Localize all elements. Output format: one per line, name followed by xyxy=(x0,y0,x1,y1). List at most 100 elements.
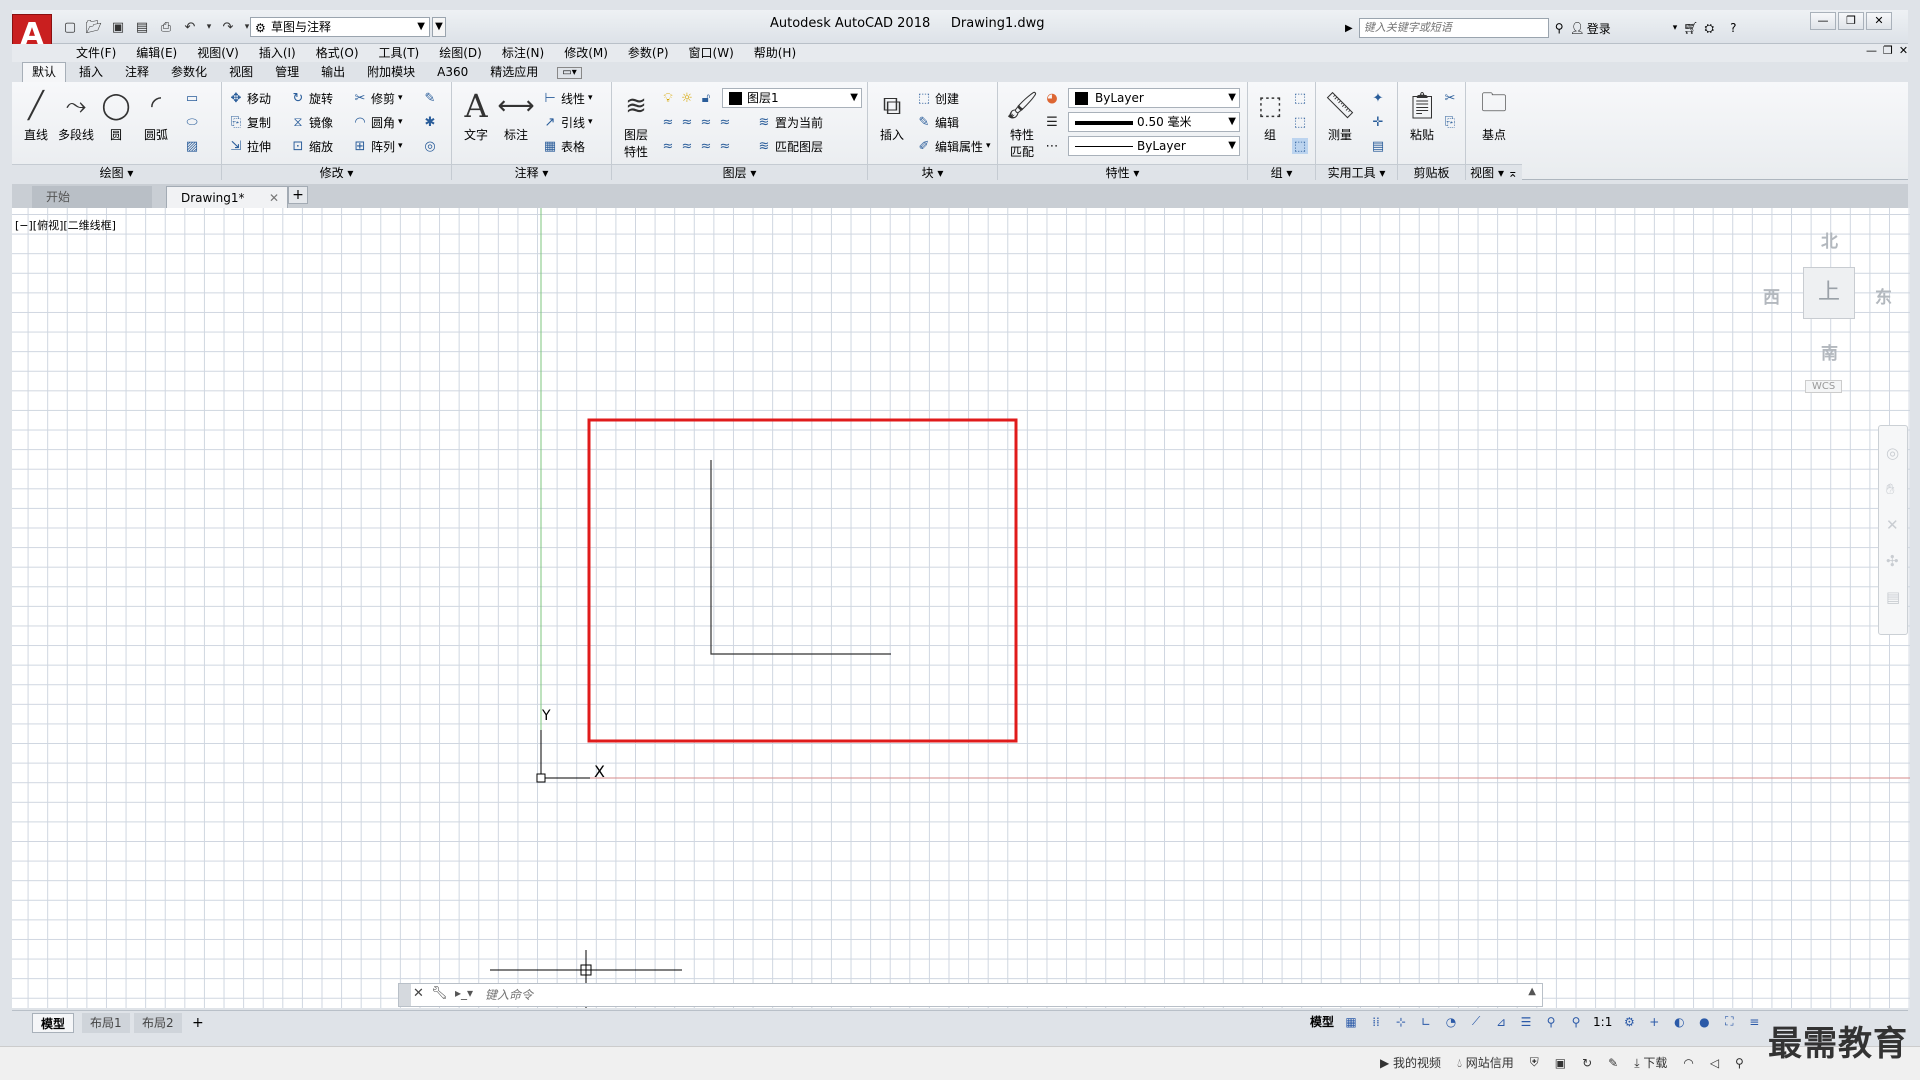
ribbon-minimize-toggle[interactable]: ▭▾ xyxy=(557,67,582,79)
tab-parametric[interactable]: 参数化 xyxy=(162,63,216,82)
panel-draw-title[interactable]: 绘图 ▾ xyxy=(12,164,221,180)
annotation-visibility-icon[interactable]: ⚲ xyxy=(1543,1014,1559,1030)
tab-default[interactable]: 默认 xyxy=(22,62,67,82)
menu-view[interactable]: 视图(V) xyxy=(187,44,249,62)
image-icon[interactable]: ▣ xyxy=(1555,1056,1566,1070)
settings-gear-icon[interactable]: ⚙ xyxy=(1621,1014,1637,1030)
move-tool[interactable]: ✥ 移动 xyxy=(228,88,271,108)
group-select-tool[interactable]: ⬚ xyxy=(1292,136,1308,156)
chevron-up-icon[interactable]: ▲ xyxy=(1528,986,1536,997)
paste-tool[interactable]: 📋︎ 粘贴 xyxy=(1402,88,1442,143)
polar-icon[interactable]: ◔ xyxy=(1443,1014,1459,1030)
menu-parametric[interactable]: 参数(P) xyxy=(618,44,679,62)
open-file-icon[interactable]: 📂︎ xyxy=(84,17,104,37)
viewcube-west[interactable]: 西 xyxy=(1763,283,1780,308)
calculator-tool[interactable]: ▤ xyxy=(1370,136,1386,156)
leader-tool[interactable]: ↗ 引线 ▾ xyxy=(542,112,593,132)
wrench-icon[interactable]: 🔧︎ xyxy=(431,986,448,1001)
tab-view[interactable]: 视图 xyxy=(220,63,262,82)
text-tool[interactable]: A 文字 xyxy=(456,87,496,143)
snap-icon[interactable]: ⁞⁞ xyxy=(1368,1014,1384,1030)
login-button[interactable]: 👤︎ 登录 ▾ xyxy=(1570,20,1678,37)
panel-modify-title[interactable]: 修改 ▾ xyxy=(222,164,451,180)
menu-dimension[interactable]: 标注(N) xyxy=(492,44,554,62)
color-wheel-icon[interactable]: ◕ xyxy=(1044,88,1060,108)
ungroup-tool[interactable]: ⬚ xyxy=(1292,88,1308,108)
menu-tools[interactable]: 工具(T) xyxy=(369,44,430,62)
lineweight-select[interactable]: 0.50 毫米 ▼ xyxy=(1068,112,1240,132)
panel-utilities-title[interactable]: 实用工具 ▾ xyxy=(1316,164,1397,180)
linetype-select[interactable]: ByLayer ▼ xyxy=(1068,136,1240,156)
redo-icon[interactable]: ↷ xyxy=(218,17,238,37)
restore-button[interactable]: ❐ xyxy=(1838,12,1864,30)
tab-layout1[interactable]: 布局1 xyxy=(82,1013,130,1033)
expand-search-icon[interactable]: ▶ xyxy=(1345,23,1353,34)
wcs-menu[interactable]: WCS xyxy=(1805,380,1843,393)
ellipse-tool[interactable]: ⬭ xyxy=(184,112,200,132)
menu-window[interactable]: 窗口(W) xyxy=(679,44,744,62)
auto-scale-icon[interactable]: ⚲ xyxy=(1568,1014,1584,1030)
polyline-tool[interactable]: ⤳ 多段线 xyxy=(56,88,96,143)
erase-tool[interactable]: ✎ xyxy=(422,88,438,108)
copy-tool[interactable]: ⎘ 复制 xyxy=(228,112,271,132)
id-point-tool[interactable]: ✛ xyxy=(1370,112,1386,132)
hardware-accel-icon[interactable]: ◐ xyxy=(1671,1014,1687,1030)
isolate-objects-icon[interactable]: ● xyxy=(1696,1014,1712,1030)
model-space-button[interactable]: 模型 xyxy=(1310,1013,1334,1030)
menu-draw[interactable]: 绘图(D) xyxy=(429,44,492,62)
pan-icon[interactable]: ✋︎ xyxy=(1886,480,1895,498)
volume-icon[interactable]: ◁ xyxy=(1710,1056,1719,1070)
refresh-icon[interactable]: ↻ xyxy=(1582,1056,1592,1070)
fillet-tool[interactable]: ◠ 圆角 ▾ xyxy=(352,112,402,132)
array-tool[interactable]: ⊞ 阵列 ▾ xyxy=(352,136,403,156)
new-file-icon[interactable]: ▢ xyxy=(60,17,80,37)
group-tool[interactable]: ⬚ 组 xyxy=(1250,88,1290,143)
search-input[interactable] xyxy=(1358,18,1549,38)
add-layout-button[interactable]: + xyxy=(184,1013,212,1033)
ortho-icon[interactable]: ∟ xyxy=(1418,1014,1434,1030)
viewcube-north[interactable]: 北 xyxy=(1821,227,1838,252)
menu-help[interactable]: 帮助(H) xyxy=(744,44,806,62)
panel-view-title[interactable]: 视图 ▾ ⌅ xyxy=(1466,164,1522,180)
lineweight-toggle-icon[interactable]: ☰ xyxy=(1518,1014,1534,1030)
tab-insert[interactable]: 插入 xyxy=(70,63,112,82)
rotate-tool[interactable]: ↻ 旋转 xyxy=(290,88,333,108)
tab-a360[interactable]: A360 xyxy=(428,63,477,82)
menu-edit[interactable]: 编辑(E) xyxy=(126,44,187,62)
linetype-icon[interactable]: ⋯ xyxy=(1044,136,1060,156)
menu-file[interactable]: 文件(F) xyxy=(66,44,126,62)
drawing-canvas[interactable] xyxy=(12,208,1910,1008)
steering-wheel-icon[interactable]: ◎ xyxy=(1886,444,1899,462)
tab-addins[interactable]: 附加模块 xyxy=(358,63,424,82)
isodraft-icon[interactable]: ⟋ xyxy=(1468,1014,1484,1030)
tab-annotate[interactable]: 注释 xyxy=(116,63,158,82)
panel-groups-title[interactable]: 组 ▾ xyxy=(1248,164,1315,180)
mirror-tool[interactable]: ⧖ 镜像 xyxy=(290,112,333,132)
measure-tool[interactable]: 📏︎ 测量 xyxy=(1320,88,1360,143)
my-video-item[interactable]: ▶ 我的视频 xyxy=(1380,1054,1441,1071)
panel-block-title[interactable]: 块 ▾ xyxy=(868,164,997,180)
tab-start[interactable]: 开始 xyxy=(32,186,152,208)
match-layer-tool[interactable]: ≋ 匹配图层 xyxy=(756,136,823,156)
close-button[interactable]: ✕ xyxy=(1866,12,1892,30)
panel-layers-title[interactable]: 图层 ▾ xyxy=(612,164,867,180)
panel-clipboard-title[interactable]: 剪贴板 xyxy=(1398,164,1465,180)
dimension-tool[interactable]: ⟷ 标注 xyxy=(496,88,536,143)
table-tool[interactable]: ▦ 表格 xyxy=(542,136,585,156)
menu-insert[interactable]: 插入(I) xyxy=(249,44,306,62)
edit-attributes-tool[interactable]: ✐ 编辑属性 ▾ xyxy=(916,136,991,156)
qat-customize-button[interactable]: ▼ xyxy=(432,17,446,37)
menu-format[interactable]: 格式(O) xyxy=(306,44,369,62)
site-credit-item[interactable]: 💧︎ 网站信用 xyxy=(1457,1054,1514,1071)
dynamic-input-icon[interactable]: ⊹ xyxy=(1393,1014,1409,1030)
minimize-button[interactable]: — xyxy=(1810,12,1836,30)
linear-dim-tool[interactable]: ⊢ 线性 ▾ xyxy=(542,88,592,108)
workspace-select[interactable]: ⚙ 草图与注释 ▼ xyxy=(250,17,430,37)
exchange-icon[interactable]: ⛭ xyxy=(1705,21,1715,36)
doc-close-icon[interactable]: ✕ xyxy=(1899,44,1908,57)
tab-model[interactable]: 模型 xyxy=(32,1013,75,1033)
edit-block-tool[interactable]: ✎ 编辑 xyxy=(916,112,959,132)
annotation-scale[interactable]: 1:1 xyxy=(1593,1015,1612,1029)
circle-tool[interactable]: ◯ 圆 xyxy=(96,88,136,143)
trim-tool[interactable]: ✂ 修剪 ▾ xyxy=(352,88,403,108)
